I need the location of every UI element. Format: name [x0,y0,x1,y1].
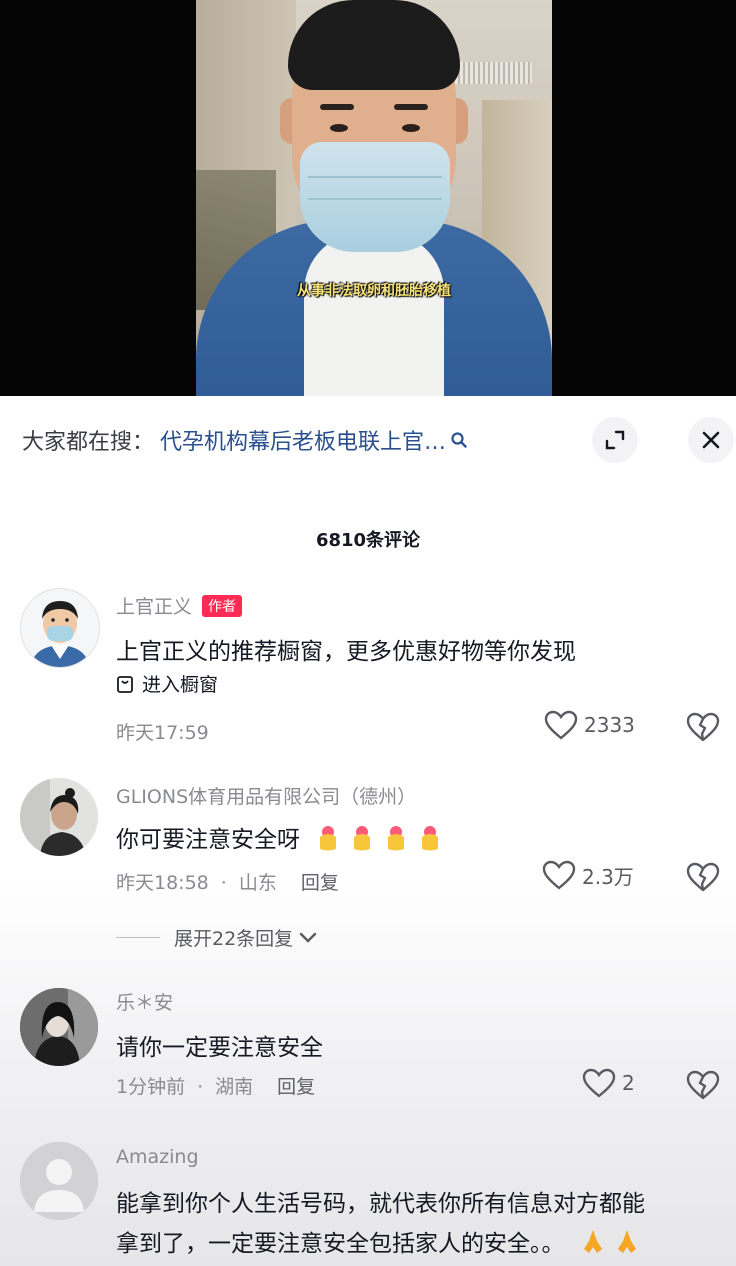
reply-button[interactable]: 回复 [277,1076,315,1098]
close-icon[interactable] [688,417,734,463]
author-badge: 作者 [202,595,243,617]
username[interactable]: 上官正义 作者 [116,592,243,619]
air-conditioner-vent [450,62,532,84]
comment-text: 请你一定要注意安全 [116,1035,323,1061]
video-frame: 从事非法取卵和胚胎移植 [196,0,552,396]
search-icon[interactable] [450,431,468,449]
like-count: 2 [622,1071,635,1095]
dislike-button[interactable] [686,862,720,896]
like-button[interactable]: 2333 [544,710,635,740]
face-mask [300,142,450,252]
comment-text-line-1: 能拿到你个人生活号码，就代表你所有信息对方都能 [116,1191,645,1217]
username[interactable]: GLIONS体育用品有限公司（德州） [116,782,416,809]
like-button[interactable]: 2.3万 [542,860,634,890]
comment-panel: 大家都在搜： 代孕机构幕后老板电联上官… 6810条评论 上官正义 作者 上官正… [0,396,736,1266]
avatar[interactable] [20,588,100,668]
comment-meta: 1分钟前 · 湖南 回复 [116,1076,316,1098]
avatar[interactable] [20,1142,98,1220]
heart-icon [582,1068,622,1098]
like-count: 2.3万 [582,864,634,889]
shopping-bag-icon [116,674,134,694]
broken-heart-icon [686,862,720,892]
video-subtitle: 从事非法取卵和胚胎移植 [297,283,451,299]
heart-icon [544,710,584,740]
praying-hands-emoji [572,1227,640,1257]
comment-meta: 昨天17:59 [116,722,209,744]
avatar[interactable] [20,988,98,1066]
username[interactable]: 乐＊安 [116,988,173,1015]
shop-window-link[interactable]: 进入橱窗 [116,670,218,697]
like-count: 2333 [584,713,635,737]
comments-count: 6810条评论 [315,530,421,551]
broken-heart-icon [686,1070,720,1100]
chevron-down-icon [299,932,317,944]
like-button[interactable]: 2 [582,1068,635,1098]
comment-text: 上官正义的推荐橱窗，更多优惠好物等你发现 [116,639,576,665]
heart-icon [542,860,582,890]
comment-text-line-2: 拿到了，一定要注意安全包括家人的安全。。 [116,1224,640,1258]
search-query-link[interactable]: 代孕机构幕后老板电联上官… [160,424,446,456]
dislike-button[interactable] [686,712,720,746]
comment-text: 你可要注意安全呀 [116,820,443,854]
username[interactable]: Amazing [116,1146,199,1168]
divider [116,937,160,938]
reply-button[interactable]: 回复 [301,872,339,894]
comment-meta: 昨天18:58 · 山东 回复 [116,872,339,894]
search-suggestion[interactable]: 大家都在搜： 代孕机构幕后老板电联上官… [22,420,468,460]
broken-heart-icon [686,712,720,742]
finger-heart-emoji [307,823,443,853]
expand-replies-button[interactable]: 展开22条回复 [116,924,317,951]
dislike-button[interactable] [686,1070,720,1104]
search-prefix: 大家都在搜： [22,430,155,455]
video-player[interactable]: 从事非法取卵和胚胎移植 [0,0,736,396]
expand-icon[interactable] [592,417,638,463]
avatar[interactable] [20,778,98,856]
